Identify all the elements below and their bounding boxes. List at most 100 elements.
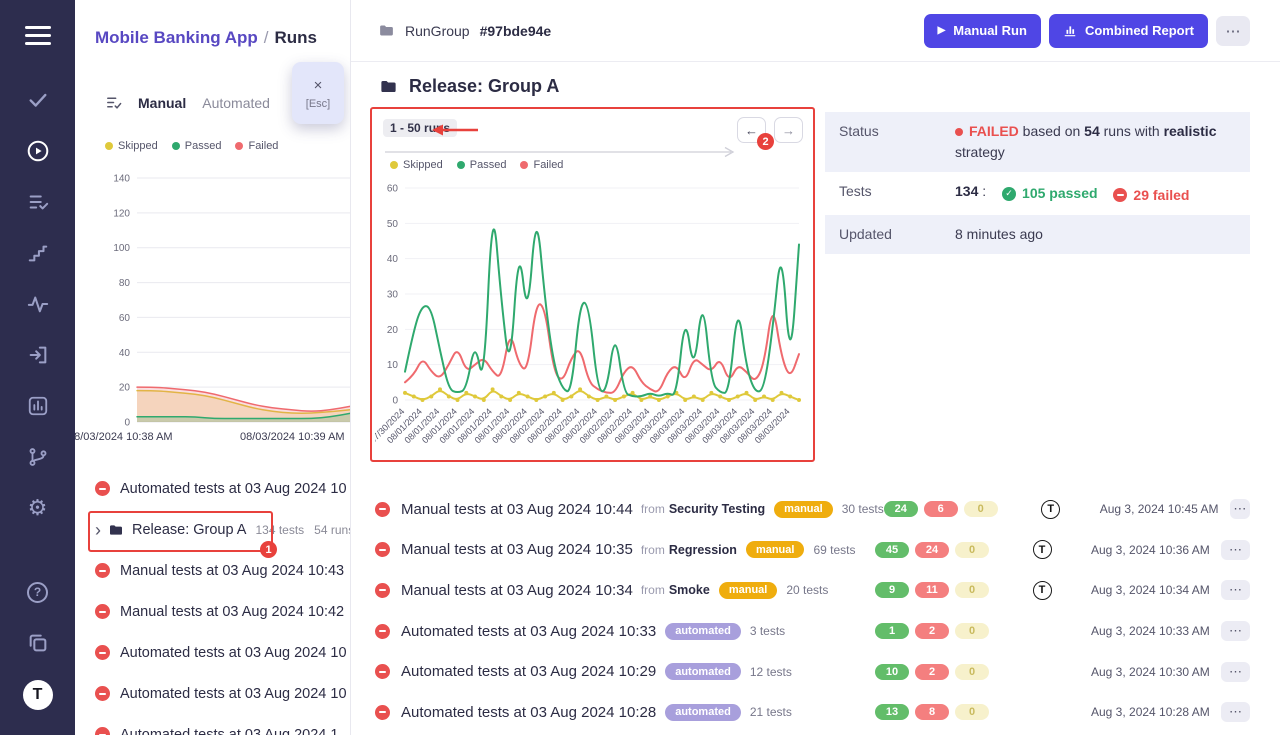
legend-failed[interactable]: Failed	[235, 140, 278, 152]
legend-failed-label: Failed	[533, 159, 563, 171]
run-item-title: Manual tests at 03 Aug 2024 10:43	[120, 563, 344, 579]
tests-row: Tests 134 : ✓ 105 passed 29 failed	[825, 172, 1250, 215]
run-row[interactable]: Automated tests at 03 Aug 2024 10:28auto…	[375, 692, 1250, 733]
run-row[interactable]: Manual tests at 03 Aug 2024 10:35fromReg…	[375, 530, 1250, 571]
run-more-button[interactable]: ⋯	[1221, 540, 1250, 560]
failed-status-icon	[375, 624, 390, 639]
run-title: Manual tests at 03 Aug 2024 10:34	[401, 582, 633, 599]
status-value: FAILED based on 54 runs with realistic s…	[955, 121, 1236, 163]
run-row[interactable]: Automated tests at 03 Aug 2024 10:33auto…	[375, 611, 1250, 652]
run-more-button[interactable]: ⋯	[1221, 580, 1250, 600]
left-panel: Mobile Banking App/Runs Manual Automated…	[75, 0, 351, 735]
help-icon[interactable]: ?	[25, 579, 51, 605]
run-row[interactable]: Manual tests at 03 Aug 2024 10:34fromSmo…	[375, 570, 1250, 611]
svg-text:30: 30	[387, 290, 399, 301]
tab-manual[interactable]: Manual	[138, 95, 186, 111]
passed-count-badge: 13	[875, 704, 909, 720]
failed-dot-icon	[955, 128, 963, 136]
gear-icon[interactable]: ⚙	[25, 495, 51, 521]
run-item[interactable]: Manual tests at 03 Aug 2024 10:43	[75, 550, 350, 591]
status-text: strategy	[955, 144, 1005, 160]
tests-value: 134 : ✓ 105 passed 29 failed	[955, 181, 1236, 206]
status-label: Status	[839, 121, 955, 139]
tab-automated[interactable]: Automated	[202, 95, 270, 111]
more-actions-button[interactable]: ⋯	[1216, 16, 1250, 46]
branch-icon[interactable]	[25, 444, 51, 470]
runs-tabs: Manual Automated	[105, 94, 270, 111]
svg-text:0: 0	[124, 418, 130, 429]
svg-text:40: 40	[387, 254, 399, 265]
left-run-list: Automated tests at 03 Aug 2024 10 › Rele…	[75, 468, 350, 735]
run-more-button[interactable]: ⋯	[1221, 662, 1250, 682]
run-item-title: Automated tests at 03 Aug 2024 10	[120, 686, 347, 702]
close-icon[interactable]: ×	[314, 77, 323, 94]
failed-status-icon	[95, 645, 110, 660]
user-avatar: T	[1041, 500, 1060, 519]
menu-icon[interactable]	[25, 26, 51, 45]
legend-passed[interactable]: Passed	[457, 159, 507, 171]
skipped-count-badge: 0	[964, 501, 998, 517]
status-failed-badge: FAILED	[969, 123, 1019, 139]
run-group-item[interactable]: › Release: Group A 134 tests 54 runs	[75, 509, 350, 550]
legend-skipped[interactable]: Skipped	[105, 140, 158, 152]
run-result-badges: 1020	[875, 664, 993, 680]
run-row[interactable]: Automated tests at 03 Aug 2024 10:29auto…	[375, 651, 1250, 692]
failed-dot-icon	[235, 142, 243, 150]
breadcrumb-page: Runs	[275, 28, 318, 47]
run-title: Manual tests at 03 Aug 2024 10:35	[401, 541, 633, 558]
legend-failed[interactable]: Failed	[520, 159, 563, 171]
run-type-badge: manual	[719, 582, 778, 599]
esc-dismiss-button[interactable]: × [Esc]	[292, 62, 344, 124]
legend-passed-label: Passed	[470, 159, 507, 171]
next-page-button[interactable]: →	[774, 117, 803, 143]
main-topbar: RunGroup #97bde94e ▶ Manual Run Combined…	[351, 0, 1280, 62]
run-source: Smoke	[669, 583, 710, 597]
gear-glyph: ⚙	[28, 497, 48, 519]
run-item[interactable]: Manual tests at 03 Aug 2024 10:42	[75, 591, 350, 632]
run-item[interactable]: Automated tests at 03 Aug 2024 10	[75, 468, 350, 509]
svg-text:100: 100	[113, 243, 130, 254]
steps-icon[interactable]	[25, 240, 51, 266]
run-item[interactable]: Automated tests at 03 Aug 2024 10	[75, 673, 350, 714]
legend-skipped[interactable]: Skipped	[390, 159, 443, 171]
breadcrumb-project[interactable]: Mobile Banking App	[95, 28, 258, 47]
run-row[interactable]: Manual tests at 03 Aug 2024 10:44fromSec…	[375, 489, 1250, 530]
sign-in-icon[interactable]	[25, 342, 51, 368]
run-more-button[interactable]: ⋯	[1221, 702, 1250, 722]
left-runs-after: Manual tests at 03 Aug 2024 10:43 Manual …	[75, 550, 350, 735]
trend-x-right: 08/03/2024 10:39 AM	[240, 431, 345, 443]
pulse-icon[interactable]	[25, 291, 51, 317]
legend-passed[interactable]: Passed	[172, 140, 222, 152]
manual-run-button[interactable]: ▶ Manual Run	[924, 14, 1041, 48]
run-item[interactable]: Automated tests at 03 Aug 2024 10	[75, 632, 350, 673]
run-result-badges: 120	[875, 623, 993, 639]
failed-status-icon	[375, 542, 390, 557]
analytics-icon[interactable]	[25, 393, 51, 419]
chevron-right-icon[interactable]: ›	[95, 521, 101, 539]
run-item-title: Automated tests at 03 Aug 2024 10	[120, 481, 347, 497]
check-icon[interactable]	[25, 87, 51, 113]
run-group-tests: 134 tests	[255, 523, 304, 537]
combined-report-button[interactable]: Combined Report	[1049, 14, 1208, 48]
passed-count-badge: 10	[875, 664, 909, 680]
skipped-count-badge: 0	[955, 582, 989, 598]
help-glyph: ?	[27, 582, 48, 603]
run-result-badges: 2460	[884, 501, 1002, 517]
run-more-button[interactable]: ⋯	[1221, 621, 1250, 641]
run-more-button[interactable]: ⋯	[1230, 499, 1250, 519]
run-group-title: Release: Group A	[132, 522, 246, 538]
status-row: Status FAILED based on 54 runs with real…	[825, 112, 1250, 172]
run-item[interactable]: Automated tests at 03 Aug 2024 1	[75, 714, 350, 735]
main-run-list: Manual tests at 03 Aug 2024 10:44fromSec…	[375, 489, 1250, 733]
breadcrumb: Mobile Banking App/Runs	[95, 28, 317, 48]
prev-page-button[interactable]: ←	[737, 117, 766, 143]
tests-failed: 29 failed	[1133, 185, 1189, 206]
copy-icon[interactable]	[25, 630, 51, 656]
main-chart-legend: Skipped Passed Failed	[390, 159, 563, 171]
updated-label: Updated	[839, 224, 955, 242]
trend-x-left: 08/03/2024 10:38 AM	[75, 431, 173, 443]
play-circle-icon[interactable]	[25, 138, 51, 164]
run-list-icon[interactable]	[25, 189, 51, 215]
topbar-actions: ▶ Manual Run Combined Report ⋯	[924, 14, 1250, 48]
logo-t[interactable]: T	[23, 680, 53, 710]
